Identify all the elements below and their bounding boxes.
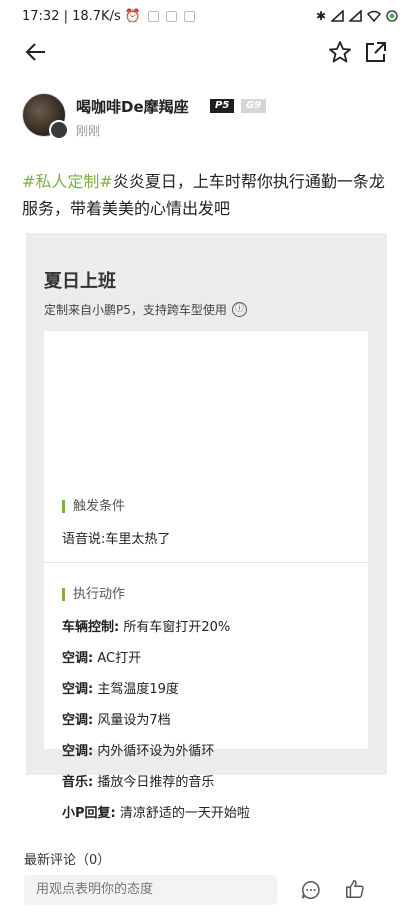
wifi-icon [367, 10, 381, 22]
share-icon[interactable] [364, 40, 388, 64]
status-bar: 17:32 | 18.7K/s ⏰ ✱ [0, 0, 412, 34]
status-right: ✱ [316, 9, 398, 23]
comment-input[interactable] [24, 875, 277, 905]
action-item: 音乐: 播放今日推荐的音乐 [62, 775, 215, 790]
status-left: 17:32 | 18.7K/s ⏰ [22, 9, 195, 24]
app-notification-icon [165, 11, 177, 22]
hashtag-link[interactable]: #私人定制# [22, 172, 113, 191]
card-subtitle: 定制来自小鹏P5，支持跨车型使用 ⓘ [44, 301, 247, 318]
bluetooth-icon: ✱ [315, 9, 326, 23]
app-notification-icon [147, 11, 159, 22]
divider [44, 562, 368, 563]
action-item: 空调: 风量设为7档 [62, 713, 171, 728]
back-arrow-icon[interactable] [24, 40, 48, 64]
avatar[interactable] [22, 93, 69, 140]
app-notification-icon [183, 11, 195, 22]
time-speed: 17:32 | 18.7K/s [22, 9, 121, 24]
car-tag-g9: G9 [241, 99, 267, 113]
trigger-text: 语音说:车里太热了 [62, 532, 171, 547]
card-title: 夏日上班 [44, 271, 116, 292]
signal-icon [331, 10, 344, 22]
comments-title: 最新评论（0） [24, 853, 111, 868]
post-text: #私人定制#炎炎夏日，上车时帮你执行通勤一条龙服务，带着美美的心情出发吧 [22, 168, 392, 222]
action-item: 空调: 主驾温度19度 [62, 682, 179, 697]
action-item: 空调: AC打开 [62, 651, 142, 666]
scene-card[interactable]: 夏日上班 定制来自小鹏P5，支持跨车型使用 ⓘ 触发条件 语音说:车里太热了 执… [26, 233, 387, 821]
action-item: 车辆控制: 所有车窗打开20% [62, 620, 231, 635]
post-time: 刚刚 [76, 124, 101, 138]
top-bar [0, 36, 412, 70]
action-item: 小P回复: 清凉舒适的一天开始啦 [62, 806, 250, 821]
actions-list: 车辆控制: 所有车窗打开20% 空调: AC打开 空调: 主驾温度19度 空调:… [62, 616, 362, 833]
author-name[interactable]: 喝咖啡De摩羯座 [76, 96, 189, 117]
scene-detail-panel: 触发条件 语音说:车里太热了 执行动作 车辆控制: 所有车窗打开20% 空调: … [44, 331, 368, 821]
comment-icon[interactable] [300, 879, 322, 901]
battery-icon [386, 10, 398, 22]
car-tag-p5: P5 [210, 99, 235, 113]
avatar-badge-icon [49, 120, 69, 140]
alarm-icon: ⏰ [124, 9, 141, 24]
card-subtitle-text: 定制来自小鹏P5，支持跨车型使用 [44, 303, 227, 317]
author-info[interactable]: 喝咖啡De摩羯座 P5 G9 刚刚 [22, 93, 392, 145]
signal-icon [349, 10, 362, 22]
like-icon[interactable] [344, 878, 366, 900]
actions-section-label: 执行动作 [62, 588, 125, 601]
star-icon[interactable] [328, 40, 352, 64]
info-icon[interactable]: ⓘ [231, 302, 247, 317]
action-item: 空调: 内外循环设为外循环 [62, 744, 215, 759]
trigger-section-label: 触发条件 [62, 500, 125, 513]
